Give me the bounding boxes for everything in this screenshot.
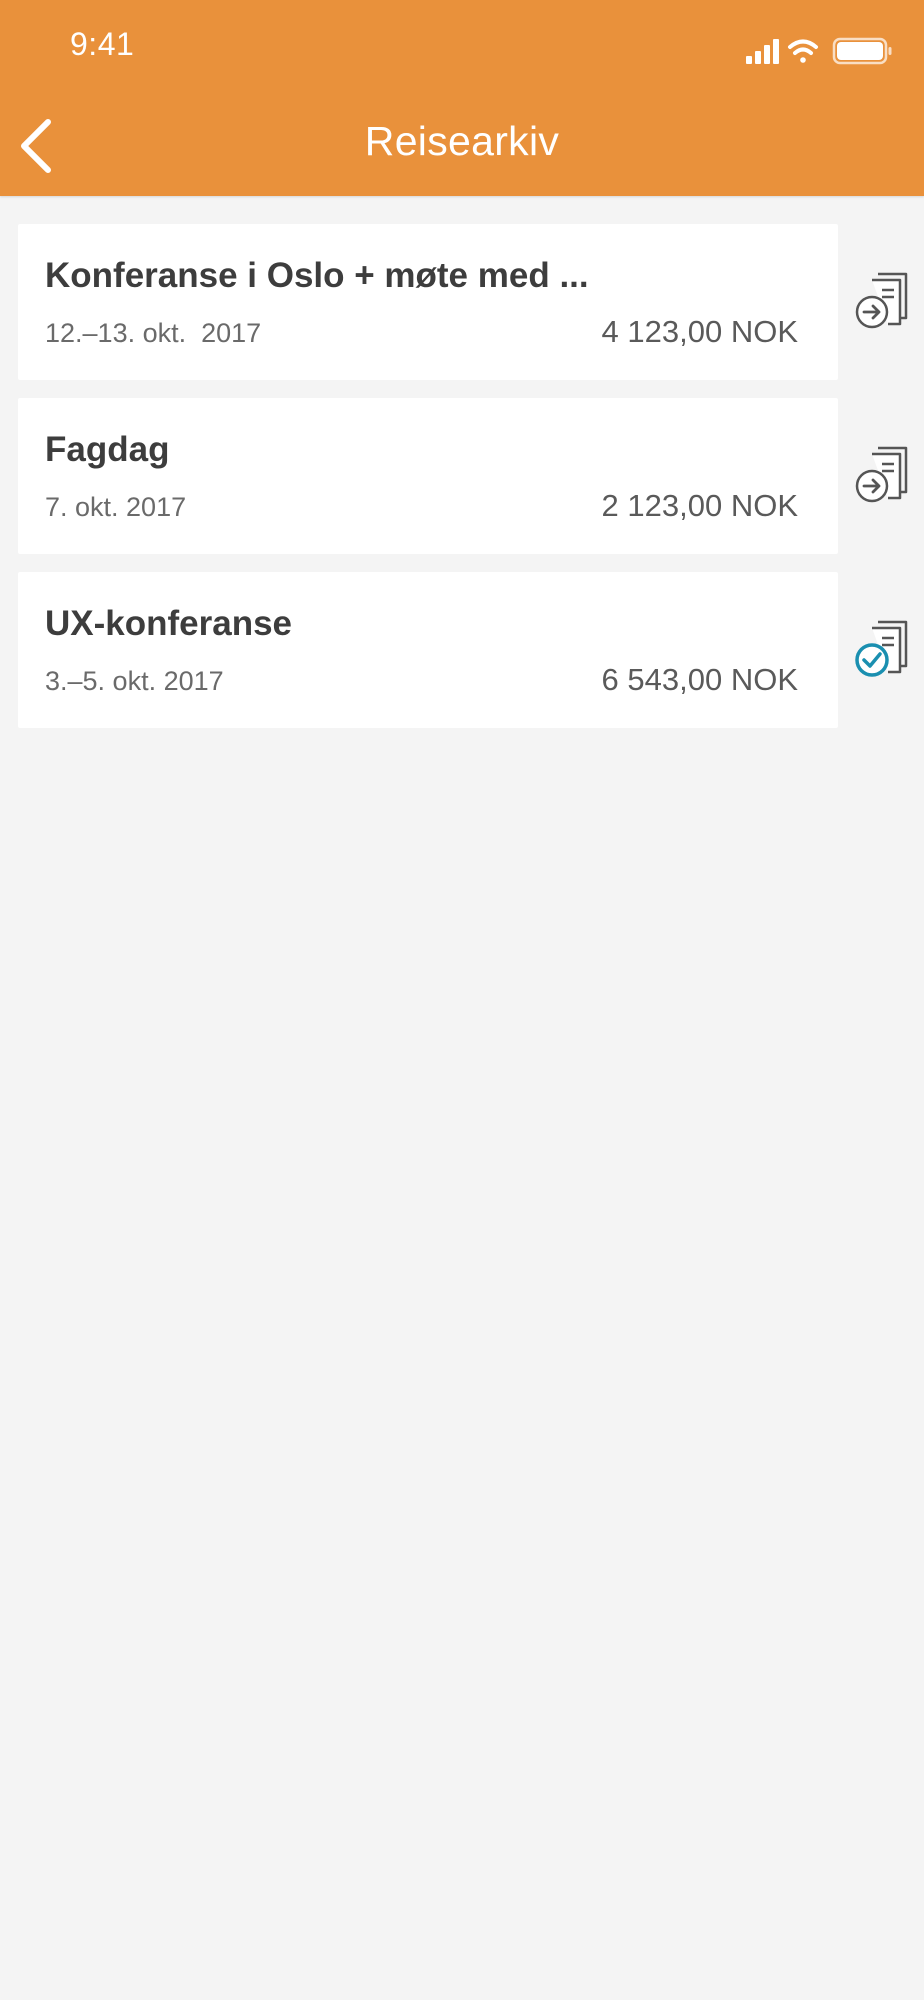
submit-report-button[interactable] bbox=[852, 268, 922, 338]
status-time: 9:41 bbox=[70, 26, 135, 62]
trip-date: 12.–13. okt. 2017 bbox=[45, 318, 262, 348]
document-submit-icon bbox=[855, 272, 908, 329]
trip-row: Konferanse i Oslo + møte med ... 12.–13.… bbox=[18, 224, 924, 380]
trip-amount: 4 123,00 NOK bbox=[601, 314, 798, 349]
trip-title: UX-konferanse bbox=[45, 604, 293, 643]
trip-row: UX-konferanse 3.–5. okt. 2017 6 543,00 N… bbox=[18, 572, 924, 728]
status-icons bbox=[746, 36, 896, 66]
signal-icon bbox=[746, 39, 779, 64]
approved-report-button[interactable] bbox=[852, 616, 922, 686]
trip-list: Konferanse i Oslo + møte med ... 12.–13.… bbox=[18, 224, 924, 746]
page-title: Reisearkiv bbox=[364, 118, 560, 164]
trip-date: 3.–5. okt. 2017 bbox=[45, 666, 224, 696]
trip-card[interactable]: Fagdag 7. okt. 2017 2 123,00 NOK bbox=[18, 398, 838, 554]
trip-date: 7. okt. 2017 bbox=[45, 492, 187, 522]
trip-title: Fagdag bbox=[45, 430, 170, 469]
document-submit-icon bbox=[855, 446, 908, 503]
wifi-icon bbox=[788, 39, 818, 63]
battery-icon bbox=[832, 37, 892, 65]
trip-title: Konferanse i Oslo + møte med ... bbox=[45, 256, 589, 295]
app-header: 9:41 Reisearkiv bbox=[0, 0, 924, 196]
trip-amount: 6 543,00 NOK bbox=[601, 662, 798, 697]
trip-card[interactable]: Konferanse i Oslo + møte med ... 12.–13.… bbox=[18, 224, 838, 380]
trip-card[interactable]: UX-konferanse 3.–5. okt. 2017 6 543,00 N… bbox=[18, 572, 838, 728]
trip-row: Fagdag 7. okt. 2017 2 123,00 NOK bbox=[18, 398, 924, 554]
trip-amount: 2 123,00 NOK bbox=[601, 488, 798, 523]
document-approved-icon bbox=[855, 620, 908, 677]
submit-report-button[interactable] bbox=[852, 442, 922, 512]
